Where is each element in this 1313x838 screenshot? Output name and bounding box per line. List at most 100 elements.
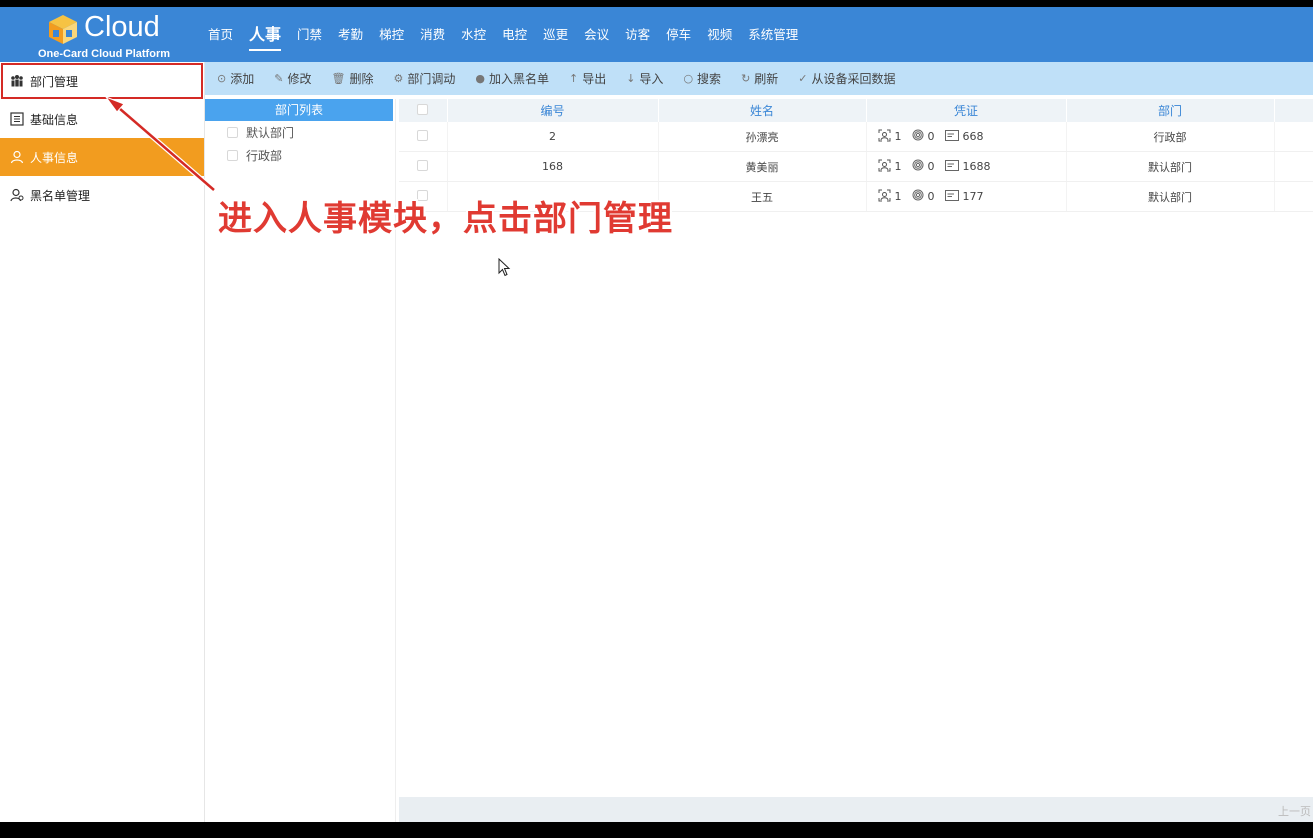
sidebar: 部门管理 基础信息人事信息黑名单管理 — [0, 62, 205, 822]
delete-button[interactable]: 🗑 删除 — [331, 70, 373, 87]
cell-dept: 默认部门 — [1066, 151, 1275, 182]
table-row[interactable]: 2 孙漂亮 1 0 668 行政部 — [399, 122, 1313, 152]
row-checkbox[interactable] — [417, 159, 429, 171]
select-all-cell[interactable] — [399, 99, 448, 122]
col-header-credential[interactable]: 凭证 — [866, 99, 1067, 122]
cell-id: 2 — [447, 122, 659, 152]
mouse-cursor-icon — [498, 258, 511, 277]
nav-item-3[interactable]: 考勤 — [330, 7, 371, 62]
col-header-id[interactable]: 编号 — [447, 99, 659, 122]
cell-id: 168 — [447, 151, 659, 182]
card-icon — [944, 129, 959, 144]
refresh-label: 刷新 — [754, 72, 779, 86]
fetch-device-icon: ✓ — [798, 72, 808, 85]
add-label: 添加 — [230, 72, 255, 86]
logo: Cloud One-Card Cloud Platform — [0, 7, 205, 62]
dept-checkbox[interactable] — [227, 127, 238, 138]
cell-name: 王五 — [658, 181, 867, 212]
card-number: 1688 — [962, 160, 991, 173]
cell-name: 孙漂亮 — [658, 122, 867, 152]
select-all-checkbox[interactable] — [417, 103, 429, 115]
cell-dept: 行政部 — [1066, 122, 1275, 152]
card-number: 177 — [962, 190, 984, 203]
dept-tree-item[interactable]: 行政部 — [205, 144, 395, 167]
search-label: 搜索 — [697, 72, 722, 86]
dept-tree-item[interactable]: 默认部门 — [205, 121, 395, 144]
logo-cube-icon — [49, 15, 77, 44]
sidebar-item-0[interactable]: 部门管理 — [0, 62, 204, 100]
cell-extra — [1274, 181, 1313, 212]
logo-subtitle: One-Card Cloud Platform — [38, 48, 171, 60]
nav-item-7[interactable]: 电控 — [494, 7, 535, 62]
delete-icon: 🗑 — [331, 72, 346, 85]
sidebar-item-3[interactable]: 黑名单管理 — [0, 176, 204, 214]
face-icon — [878, 159, 891, 175]
nav-item-4[interactable]: 梯控 — [371, 7, 412, 62]
edit-icon: ✎ — [274, 72, 284, 85]
add-icon: ⊙ — [217, 72, 227, 85]
blacklist-button[interactable]: ● 加入黑名单 — [475, 70, 549, 87]
logo-word: Cloud — [84, 11, 160, 43]
col-header-dept[interactable]: 部门 — [1066, 99, 1275, 122]
nav-item-12[interactable]: 视频 — [699, 7, 740, 62]
top-bar: Cloud One-Card Cloud Platform 首页 人事 门禁 考勤 梯控… — [0, 7, 1313, 62]
face-count: 1 — [894, 190, 902, 203]
finger-count: 0 — [927, 190, 935, 203]
col-header-name[interactable]: 姓名 — [658, 99, 867, 122]
prev-page-button[interactable]: 上一页 — [1278, 803, 1311, 819]
nav-item-9[interactable]: 会议 — [576, 7, 617, 62]
import-label: 导入 — [639, 72, 664, 86]
nav-item-10[interactable]: 访客 — [617, 7, 658, 62]
nav-item-8[interactable]: 巡更 — [535, 7, 576, 62]
cell-credential: 1 0 177 — [866, 181, 1067, 212]
edit-button[interactable]: ✎ 修改 — [274, 70, 311, 87]
delete-label: 删除 — [349, 72, 374, 86]
dept-checkbox[interactable] — [227, 150, 238, 161]
fetch-device-button[interactable]: ✓ 从设备采回数据 — [798, 70, 895, 87]
import-button[interactable]: ↓ 导入 — [626, 70, 663, 87]
annotation-caption: 进入人事模块，点击部门管理 — [218, 199, 673, 239]
face-icon — [878, 129, 891, 145]
fingerprint-icon — [912, 189, 924, 204]
transfer-dept-button[interactable]: ⚙ 部门调动 — [393, 70, 455, 87]
nav-item-1[interactable]: 人事 — [241, 7, 289, 62]
face-icon — [878, 189, 891, 205]
export-label: 导出 — [582, 72, 607, 86]
import-icon: ↓ — [626, 72, 636, 85]
nav-item-5[interactable]: 消费 — [412, 7, 453, 62]
nav-item-0[interactable]: 首页 — [200, 7, 241, 62]
row-select-cell[interactable] — [399, 151, 448, 182]
cell-name: 黄美丽 — [658, 151, 867, 182]
sidebar-item-1[interactable]: 基础信息 — [0, 100, 204, 138]
face-count: 1 — [894, 160, 902, 173]
cell-credential: 1 0 668 — [866, 122, 1067, 152]
nav-item-2[interactable]: 门禁 — [289, 7, 330, 62]
nav-item-11[interactable]: 停车 — [658, 7, 699, 62]
table-header-row: 编号 姓名 凭证 部门 — [399, 99, 1313, 122]
fingerprint-icon — [912, 129, 924, 144]
dept-label: 默认部门 — [246, 126, 295, 140]
card-number: 668 — [962, 130, 984, 143]
row-select-cell[interactable] — [399, 122, 448, 152]
search-button[interactable]: ○ 搜索 — [683, 70, 721, 87]
nav-item-6[interactable]: 水控 — [453, 7, 494, 62]
fingerprint-icon — [912, 159, 924, 174]
refresh-icon: ↻ — [741, 72, 751, 85]
card-icon — [944, 159, 959, 174]
refresh-button[interactable]: ↻ 刷新 — [741, 70, 778, 87]
sidebar-item-label: 人事信息 — [30, 150, 79, 165]
edit-label: 修改 — [287, 72, 312, 86]
blacklist-label: 加入黑名单 — [488, 72, 549, 86]
org-icon — [10, 74, 24, 88]
add-button[interactable]: ⊙ 添加 — [217, 70, 254, 87]
transfer-dept-icon: ⚙ — [393, 72, 404, 85]
cell-extra — [1274, 151, 1313, 182]
nav-item-13[interactable]: 系统管理 — [740, 7, 806, 62]
table-row[interactable]: 168 黄美丽 1 0 1688 默认部门 — [399, 151, 1313, 182]
row-checkbox[interactable] — [417, 129, 429, 141]
export-button[interactable]: ↑ 导出 — [569, 70, 606, 87]
finger-count: 0 — [927, 160, 935, 173]
pagination-bar: 上一页 — [399, 797, 1313, 822]
fetch-device-label: 从设备采回数据 — [811, 72, 896, 86]
sidebar-item-2[interactable]: 人事信息 — [0, 138, 204, 176]
